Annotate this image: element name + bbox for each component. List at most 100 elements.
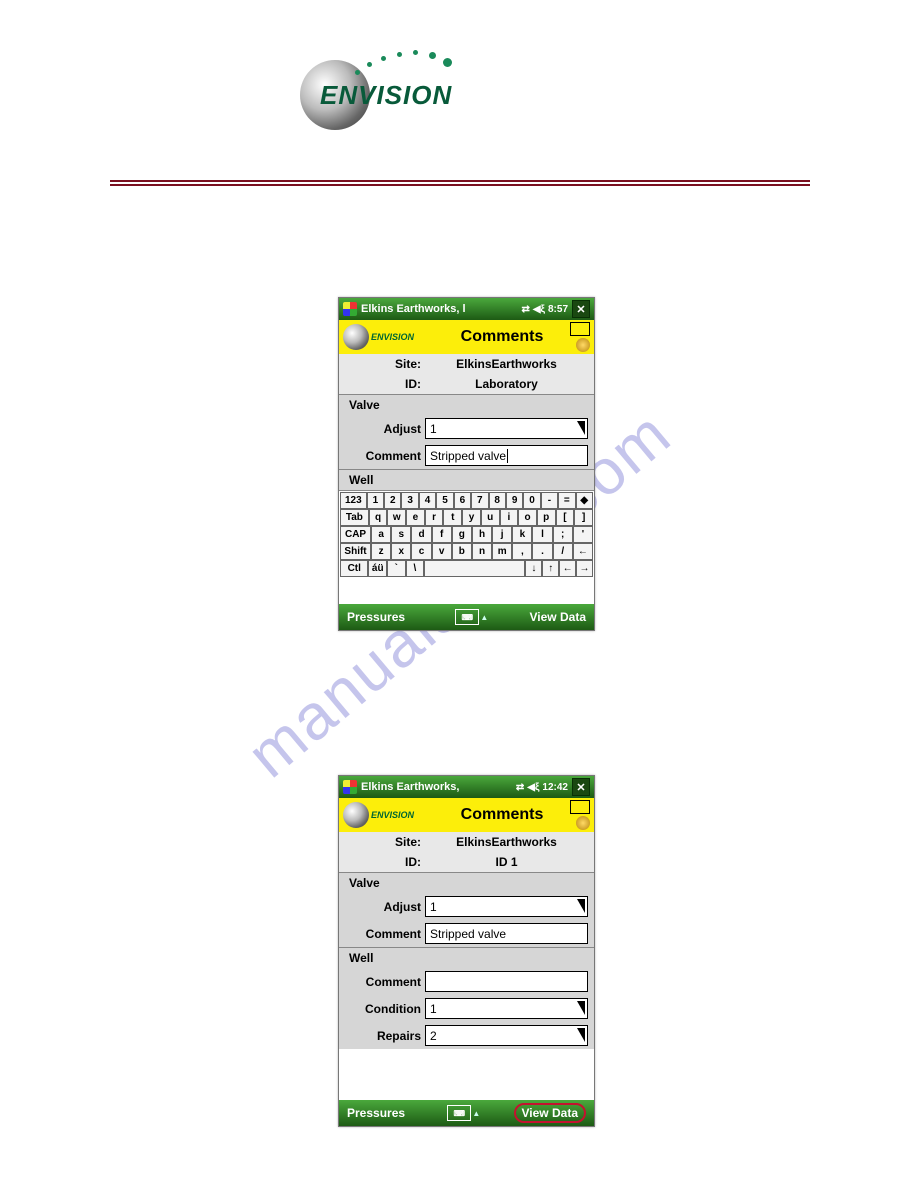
- comment-label: Comment: [345, 449, 425, 463]
- repairs-value: 2: [430, 1029, 437, 1043]
- kb-key[interactable]: f: [432, 526, 452, 543]
- mini-brand: ENVISION: [371, 332, 414, 342]
- kb-key[interactable]: 0: [523, 492, 540, 509]
- site-label: Site:: [345, 357, 425, 371]
- kb-key[interactable]: j: [492, 526, 512, 543]
- kb-key[interactable]: `: [387, 560, 406, 577]
- kb-key[interactable]: Shift: [340, 543, 371, 560]
- mini-brand: ENVISION: [371, 810, 414, 820]
- id-label: ID:: [345, 377, 425, 391]
- condition-dropdown[interactable]: 1: [425, 998, 588, 1019]
- kb-key[interactable]: l: [532, 526, 552, 543]
- kb-key[interactable]: p: [537, 509, 556, 526]
- softkey-bar: Pressures ⌨ View Data: [339, 1100, 594, 1126]
- kb-key[interactable]: h: [472, 526, 492, 543]
- kb-key[interactable]: 1: [367, 492, 384, 509]
- kb-key[interactable]: n: [472, 543, 492, 560]
- kb-key[interactable]: q: [369, 509, 388, 526]
- kb-key[interactable]: .: [532, 543, 552, 560]
- kb-key[interactable]: d: [411, 526, 431, 543]
- kb-key[interactable]: ,: [512, 543, 532, 560]
- kb-key[interactable]: \: [406, 560, 425, 577]
- kb-key[interactable]: ↓: [525, 560, 542, 577]
- kb-key[interactable]: k: [512, 526, 532, 543]
- kb-key[interactable]: 9: [506, 492, 523, 509]
- softkey-left[interactable]: Pressures: [347, 610, 405, 624]
- app-title: Elkins Earthworks, l: [361, 303, 517, 315]
- keyboard-toggle-icon[interactable]: ⌨: [447, 1105, 471, 1121]
- adjust-dropdown[interactable]: 1: [425, 896, 588, 917]
- adjust-value: 1: [430, 900, 437, 914]
- kb-key[interactable]: CAP: [340, 526, 371, 543]
- repairs-dropdown[interactable]: 2: [425, 1025, 588, 1046]
- kb-key[interactable]: y: [462, 509, 481, 526]
- softkey-right[interactable]: View Data: [530, 610, 586, 624]
- kb-key[interactable]: 3: [401, 492, 418, 509]
- kb-key[interactable]: 4: [419, 492, 436, 509]
- kb-key[interactable]: 123: [340, 492, 367, 509]
- kb-key[interactable]: 6: [454, 492, 471, 509]
- kb-key[interactable]: i: [500, 509, 519, 526]
- kb-key[interactable]: 2: [384, 492, 401, 509]
- banner: ENVISION Comments: [339, 798, 594, 832]
- kb-key[interactable]: u: [481, 509, 500, 526]
- kb-key[interactable]: g: [452, 526, 472, 543]
- site-value: ElkinsEarthworks: [425, 835, 588, 849]
- kb-key[interactable]: ;: [553, 526, 573, 543]
- kb-key[interactable]: ←: [559, 560, 576, 577]
- kb-key[interactable]: áü: [368, 560, 387, 577]
- kb-key[interactable]: ]: [574, 509, 593, 526]
- kb-key[interactable]: /: [553, 543, 573, 560]
- volume-icon: ◀ξ: [533, 304, 545, 315]
- id-value: ID 1: [425, 855, 588, 869]
- kb-key[interactable]: ': [573, 526, 593, 543]
- kb-key[interactable]: ◆: [576, 492, 593, 509]
- kb-key[interactable]: o: [518, 509, 537, 526]
- kb-key[interactable]: a: [371, 526, 391, 543]
- kb-key[interactable]: Ctl: [340, 560, 368, 577]
- kb-key[interactable]: c: [411, 543, 431, 560]
- adjust-label: Adjust: [345, 422, 425, 436]
- banner: ENVISION Comments: [339, 320, 594, 354]
- kb-key[interactable]: b: [452, 543, 472, 560]
- kb-key-space[interactable]: [424, 560, 525, 577]
- id-label: ID:: [345, 855, 425, 869]
- condition-value: 1: [430, 1002, 437, 1016]
- comment-input[interactable]: Stripped valve: [425, 923, 588, 944]
- adjust-dropdown[interactable]: 1: [425, 418, 588, 439]
- kb-key[interactable]: v: [432, 543, 452, 560]
- kb-key[interactable]: -: [541, 492, 558, 509]
- titlebar: Elkins Earthworks, l ⇄ ◀ξ 8:57 ✕: [339, 298, 594, 320]
- kb-key[interactable]: ←: [573, 543, 593, 560]
- kb-key[interactable]: s: [391, 526, 411, 543]
- kb-key[interactable]: →: [576, 560, 593, 577]
- kb-key[interactable]: m: [492, 543, 512, 560]
- onscreen-keyboard[interactable]: 123 1 2 3 4 5 6 7 8 9 0 - = ◆ Tab: [339, 490, 594, 578]
- connectivity-icon: ⇄: [521, 304, 529, 315]
- softkey-left[interactable]: Pressures: [347, 1106, 405, 1120]
- kb-key[interactable]: r: [425, 509, 444, 526]
- windows-flag-icon: [343, 780, 357, 794]
- softkey-right[interactable]: View Data: [514, 1103, 586, 1123]
- kb-key[interactable]: Tab: [340, 509, 369, 526]
- kb-key[interactable]: w: [387, 509, 406, 526]
- close-button[interactable]: ✕: [572, 778, 590, 796]
- kb-key[interactable]: e: [406, 509, 425, 526]
- kb-key[interactable]: [: [556, 509, 575, 526]
- kb-key[interactable]: =: [558, 492, 575, 509]
- keyboard-toggle-icon[interactable]: ⌨: [455, 609, 479, 625]
- well-section-label: Well: [345, 473, 373, 487]
- kb-key[interactable]: 5: [436, 492, 453, 509]
- kb-key[interactable]: x: [391, 543, 411, 560]
- kb-key[interactable]: t: [443, 509, 462, 526]
- comment-value: Stripped valve: [430, 927, 506, 941]
- close-button[interactable]: ✕: [572, 300, 590, 318]
- well-comment-input[interactable]: [425, 971, 588, 992]
- adjust-label: Adjust: [345, 900, 425, 914]
- kb-key[interactable]: z: [371, 543, 391, 560]
- kb-key[interactable]: 7: [471, 492, 488, 509]
- kb-key[interactable]: 8: [489, 492, 506, 509]
- comment-input[interactable]: Stripped valve: [425, 445, 588, 466]
- kb-key[interactable]: ↑: [542, 560, 559, 577]
- site-value: ElkinsEarthworks: [425, 357, 588, 371]
